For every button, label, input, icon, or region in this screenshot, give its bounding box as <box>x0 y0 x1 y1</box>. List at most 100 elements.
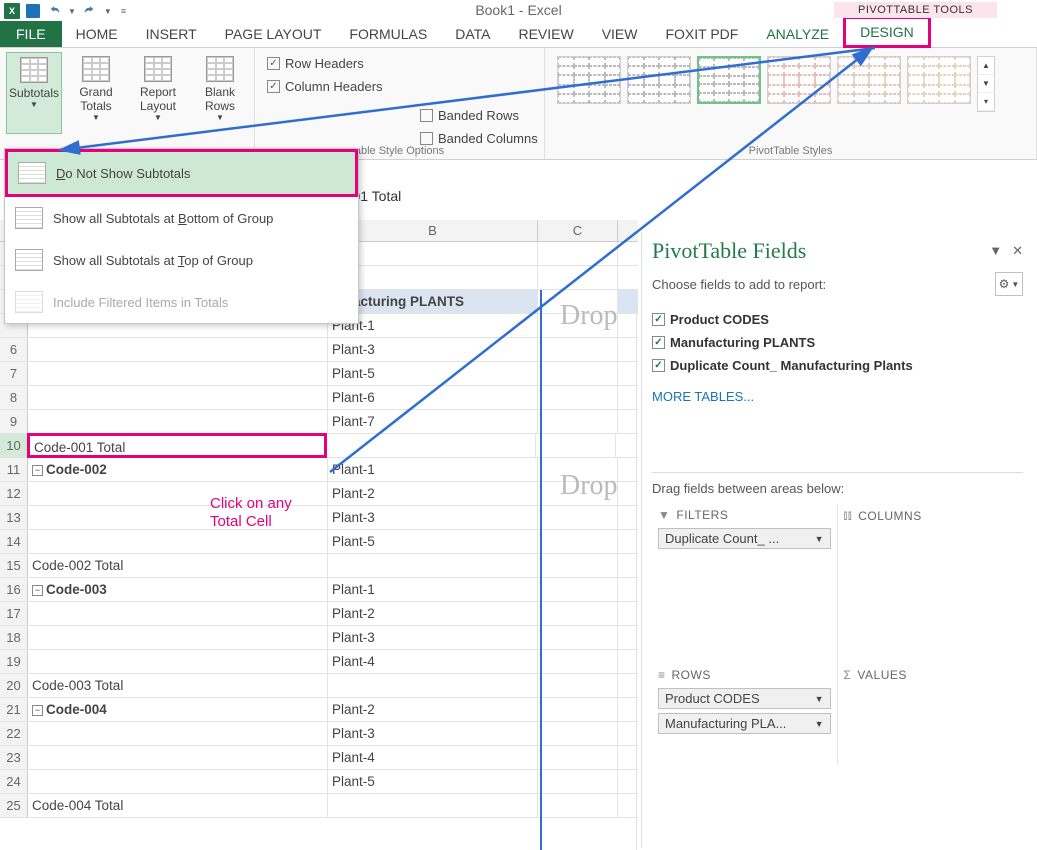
field-product-codes[interactable]: ✓Product CODES <box>652 308 1023 331</box>
cell[interactable] <box>538 650 618 673</box>
grid-row[interactable]: 17Plant-2 <box>0 602 638 626</box>
tab-analyze[interactable]: ANALYZE <box>752 21 843 47</box>
style-thumb-1[interactable] <box>557 56 621 104</box>
cell[interactable]: Plant-2 <box>328 482 538 505</box>
row-number[interactable]: 22 <box>0 722 28 745</box>
cell[interactable] <box>28 770 328 793</box>
grid-row[interactable]: 6Plant-3 <box>0 338 638 362</box>
cell[interactable] <box>28 386 328 409</box>
grid-row[interactable]: 15Code-002 Total <box>0 554 638 578</box>
cell[interactable]: Code-001 Total <box>27 433 327 458</box>
grid-row[interactable]: 18Plant-3 <box>0 626 638 650</box>
col-header-b[interactable]: B <box>328 220 538 241</box>
row-number[interactable]: 18 <box>0 626 28 649</box>
row-number[interactable]: 14 <box>0 530 28 553</box>
row-number[interactable]: 9 <box>0 410 28 433</box>
style-thumb-2[interactable] <box>627 56 691 104</box>
cell[interactable] <box>28 410 328 433</box>
cell[interactable] <box>538 746 618 769</box>
grid-row[interactable]: 14 Plant-5 <box>0 530 638 554</box>
cell[interactable] <box>28 338 328 361</box>
tab-view[interactable]: VIEW <box>588 21 652 47</box>
cell[interactable] <box>28 626 328 649</box>
cell[interactable] <box>538 578 618 601</box>
cell[interactable] <box>538 722 618 745</box>
row-number[interactable]: 13 <box>0 506 28 529</box>
row-number[interactable]: 23 <box>0 746 28 769</box>
tab-home[interactable]: HOME <box>62 21 132 47</box>
grid-row[interactable]: 9 Plant-7 <box>0 410 638 434</box>
cell[interactable]: −Code-002 <box>28 458 328 481</box>
cell[interactable]: Plant-7 <box>328 410 538 433</box>
cell[interactable]: Plant-4 <box>328 746 538 769</box>
cell[interactable] <box>28 602 328 625</box>
values-area[interactable]: ΣVALUES <box>838 664 1024 764</box>
tab-design[interactable]: DESIGN <box>843 16 931 48</box>
cell[interactable] <box>538 410 618 433</box>
cell[interactable] <box>328 674 538 697</box>
tab-insert[interactable]: INSERT <box>132 21 211 47</box>
cell[interactable] <box>538 362 618 385</box>
grid-row[interactable]: 22 Plant-3 <box>0 722 638 746</box>
style-thumb-4[interactable] <box>767 56 831 104</box>
row-number[interactable]: 25 <box>0 794 28 817</box>
rows-area[interactable]: ≡ROWS Product CODES▼ Manufacturing PLA..… <box>652 664 838 764</box>
field-manufacturing-plants[interactable]: ✓Manufacturing PLANTS <box>652 331 1023 354</box>
cell[interactable]: Plant-1 <box>328 458 538 481</box>
pane-options-caret-icon[interactable]: ▼ <box>989 243 1002 259</box>
row-number[interactable]: 20 <box>0 674 28 697</box>
grand-totals-button[interactable]: Grand Totals ▼ <box>68 52 124 134</box>
cell[interactable]: −Code-004 <box>28 698 328 721</box>
cell[interactable] <box>28 650 328 673</box>
field-duplicate-count[interactable]: ✓Duplicate Count_ Manufacturing Plants <box>652 354 1023 377</box>
cell[interactable] <box>538 770 618 793</box>
cell[interactable] <box>536 434 616 457</box>
style-thumb-3[interactable] <box>697 56 761 104</box>
row-number[interactable]: 11 <box>0 458 28 481</box>
cell[interactable]: Plant-6 <box>328 386 538 409</box>
menu-do-not-show-subtotals[interactable]: Do Not Show Subtotals <box>5 149 358 197</box>
row-number[interactable]: 12 <box>0 482 28 505</box>
column-headers-checkbox[interactable]: ✓Column Headers <box>261 75 538 98</box>
qat-custom-caret-icon[interactable]: ≡ <box>121 6 126 16</box>
cell[interactable]: Code-003 Total <box>28 674 328 697</box>
cell[interactable]: Plant-4 <box>328 650 538 673</box>
row-number[interactable]: 8 <box>0 386 28 409</box>
cell[interactable]: Plant-1 <box>328 578 538 601</box>
tab-data[interactable]: DATA <box>441 21 504 47</box>
cell[interactable] <box>538 242 618 265</box>
row-number[interactable]: 16 <box>0 578 28 601</box>
cell[interactable] <box>538 386 618 409</box>
menu-subtotals-top[interactable]: Show all Subtotals at Top of Group <box>5 239 358 281</box>
cell[interactable]: Plant-5 <box>328 530 538 553</box>
cell[interactable]: Code-004 Total <box>28 794 328 817</box>
cell[interactable] <box>28 746 328 769</box>
grid-row[interactable]: 7 Plant-5 <box>0 362 638 386</box>
cell[interactable] <box>538 530 618 553</box>
styles-gallery[interactable]: ▲▼▾ <box>551 52 1030 116</box>
styles-more-button[interactable]: ▲▼▾ <box>977 56 995 112</box>
cell[interactable] <box>538 554 618 577</box>
cell[interactable]: Plant-5 <box>328 362 538 385</box>
row-number[interactable]: 6 <box>0 338 28 361</box>
banded-columns-checkbox[interactable]: Banded Columns <box>420 127 538 150</box>
cell[interactable]: Plant-3 <box>328 722 538 745</box>
style-thumb-6[interactable] <box>907 56 971 104</box>
cell[interactable] <box>28 362 328 385</box>
grid-row[interactable]: 24Plant-5 <box>0 770 638 794</box>
tab-foxit-pdf[interactable]: FOXIT PDF <box>651 21 752 47</box>
grid-row[interactable]: 11−Code-002Plant-1 <box>0 458 638 482</box>
filter-pill-duplicate-count[interactable]: Duplicate Count_ ...▼ <box>658 528 831 549</box>
tab-page-layout[interactable]: PAGE LAYOUT <box>211 21 336 47</box>
cell[interactable]: Plant-1 <box>328 314 538 337</box>
row-number[interactable]: 7 <box>0 362 28 385</box>
row-pill-manufacturing-plants[interactable]: Manufacturing PLA...▼ <box>658 713 831 734</box>
collapse-icon[interactable]: − <box>32 465 43 476</box>
close-icon[interactable]: ✕ <box>1012 243 1023 259</box>
cell[interactable] <box>328 554 538 577</box>
gear-button[interactable]: ⚙▼ <box>995 272 1023 296</box>
cell[interactable]: Plant-2 <box>328 698 538 721</box>
undo-icon[interactable] <box>46 3 62 19</box>
grid-row[interactable]: 19Plant-4 <box>0 650 638 674</box>
grid-row[interactable]: 10Code-001 Total <box>0 434 638 458</box>
